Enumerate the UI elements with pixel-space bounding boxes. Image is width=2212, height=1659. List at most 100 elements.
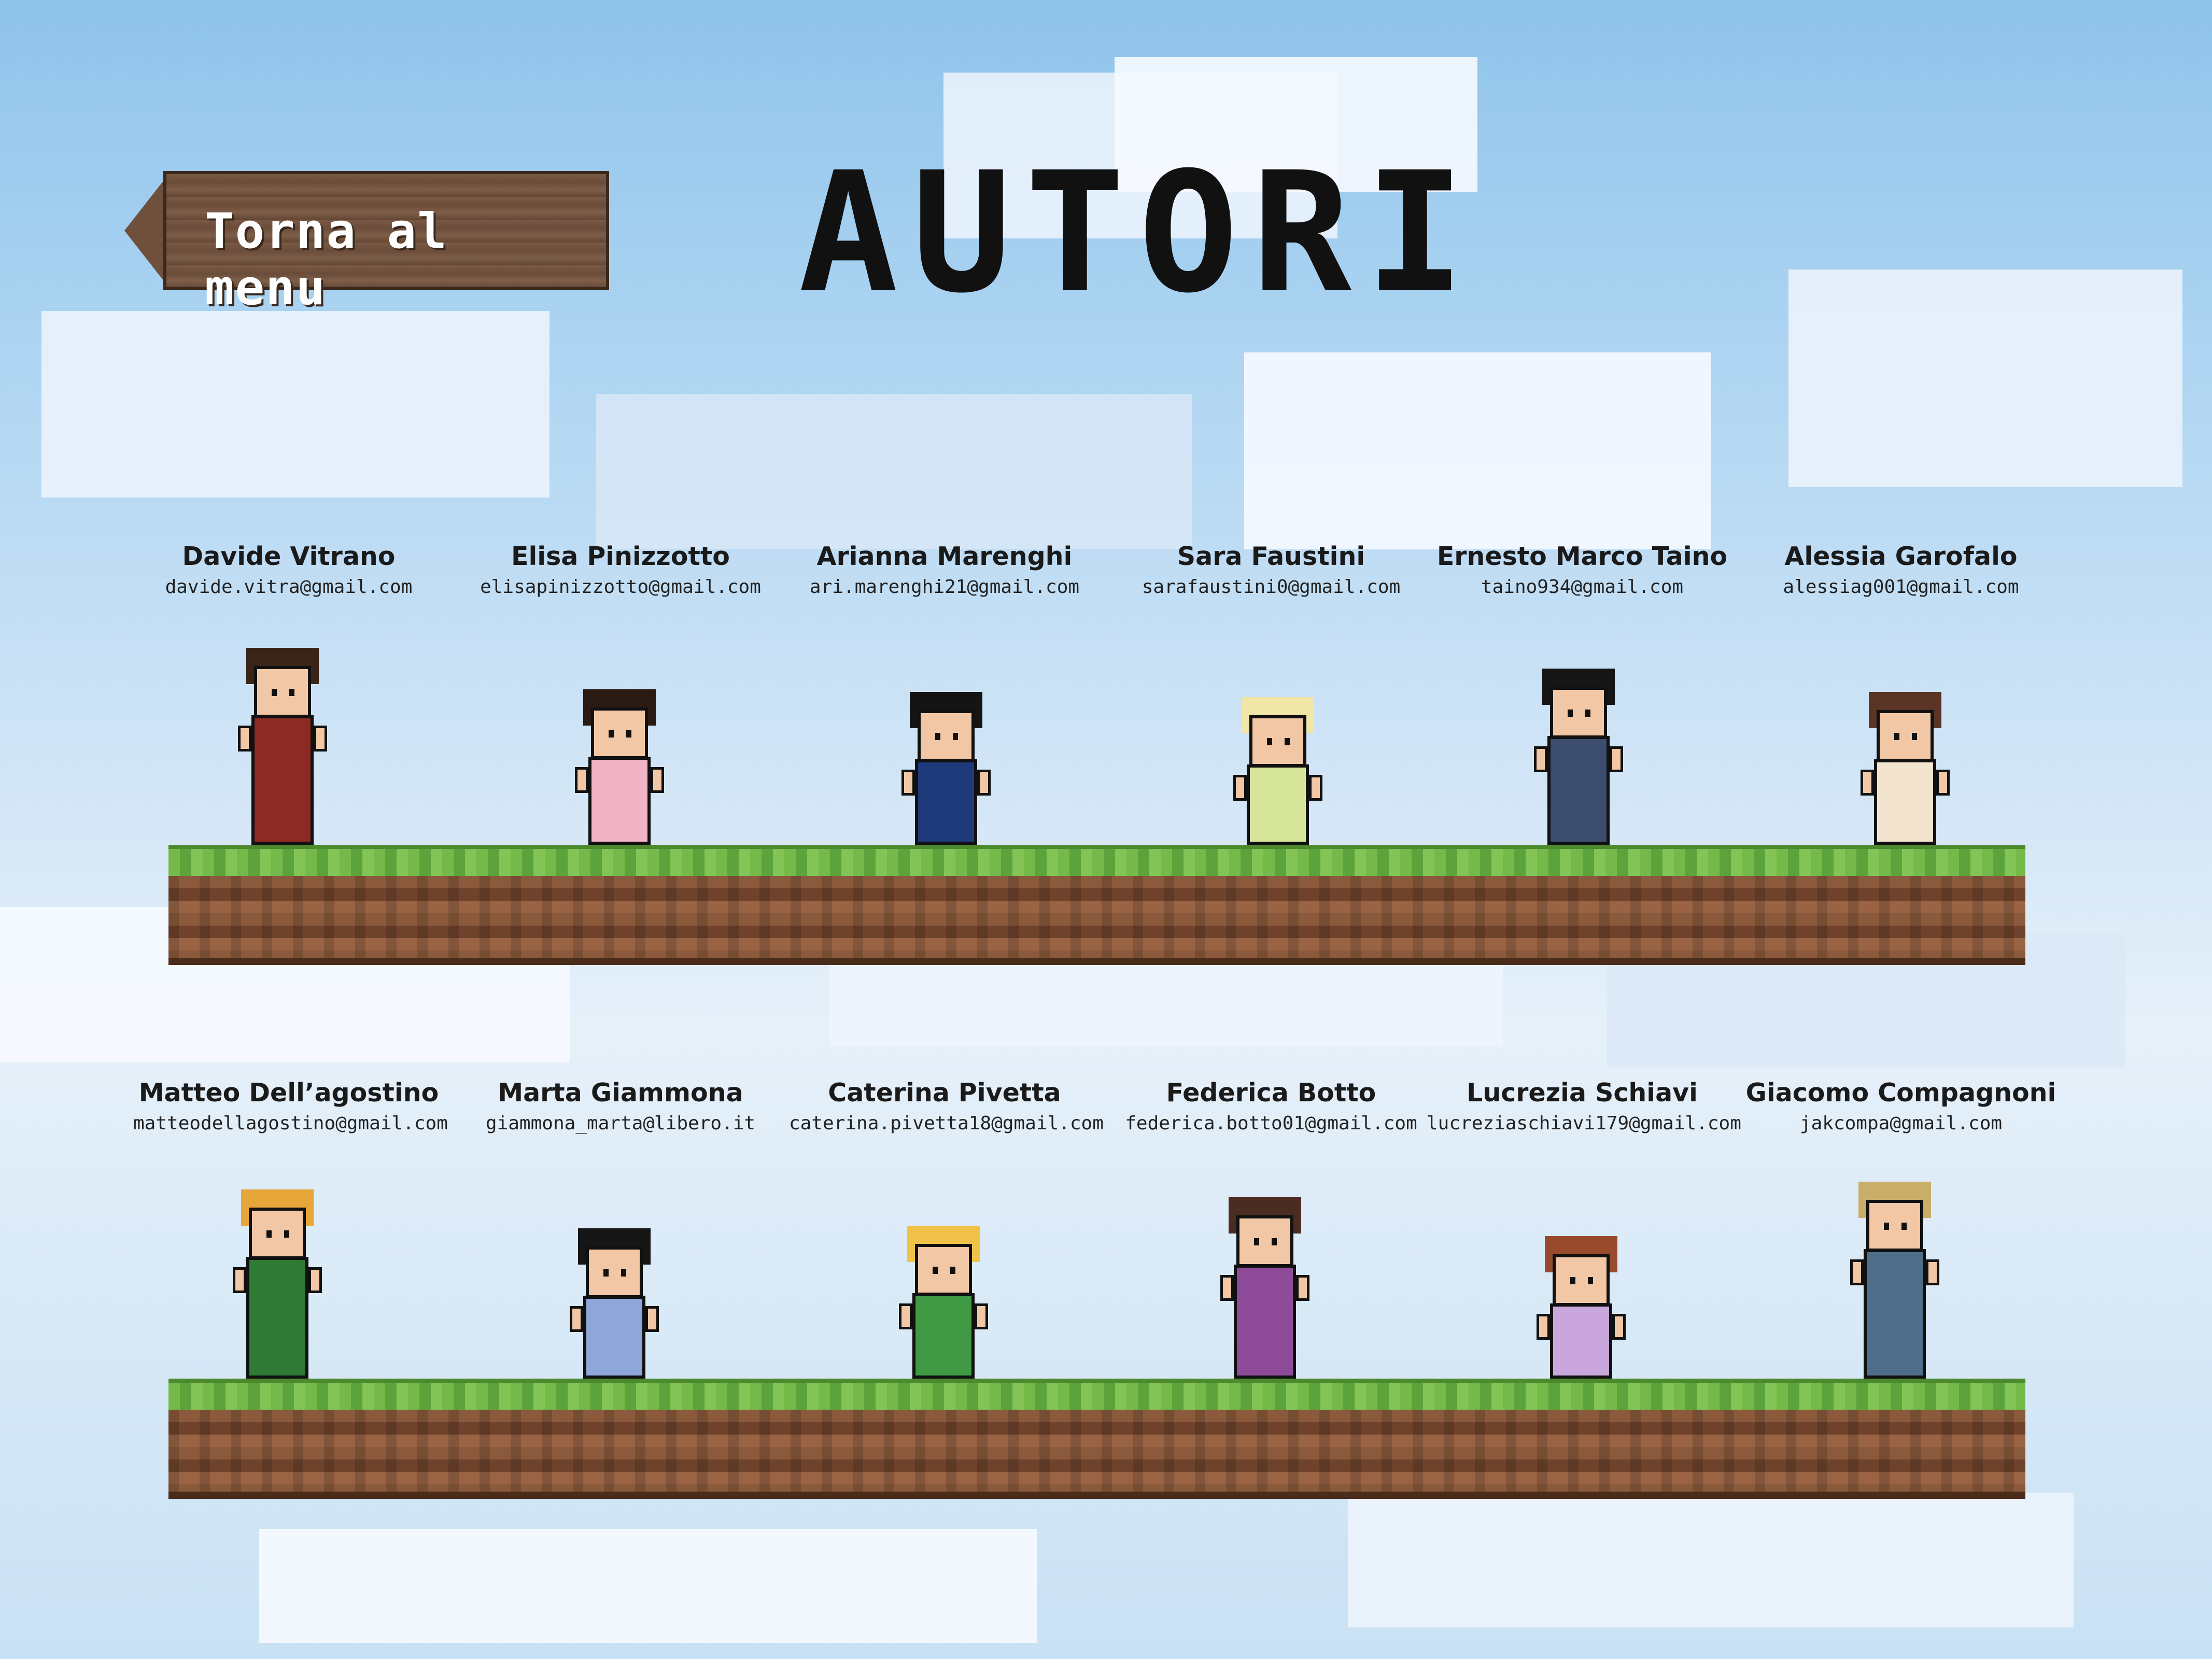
sprite-eye <box>272 689 277 696</box>
character-sprite <box>1843 1182 1947 1379</box>
sprite-eye <box>1267 738 1272 745</box>
sprite-body <box>1550 1303 1612 1379</box>
sprite-head <box>1877 710 1934 762</box>
sprite-arm <box>1612 1314 1626 1340</box>
sprite-eye <box>1570 1277 1575 1284</box>
author-card: Elisa Pinizzotto elisapinizzotto@gmail.c… <box>465 542 776 598</box>
author-name: Marta Giammona <box>498 1078 743 1108</box>
sprite-body <box>915 759 977 845</box>
sprite-arm <box>977 770 991 796</box>
dirt-block <box>168 876 2025 965</box>
author-card: Ernesto Marco Taino taino934@gmail.com <box>1427 542 1738 598</box>
author-name: Caterina Pivetta <box>828 1078 1061 1108</box>
author-name: Ernesto Marco Taino <box>1436 542 1728 571</box>
sprite-eye <box>284 1230 289 1238</box>
character-sprite <box>1527 669 1630 845</box>
author-card: Arianna Marenghi ari.marenghi21@gmail.co… <box>789 542 1100 598</box>
character-sprite <box>568 689 671 845</box>
sprite-arm <box>1861 770 1874 796</box>
sprite-arm <box>901 770 915 796</box>
sprite-body <box>1547 736 1610 845</box>
sprite-body <box>1874 759 1936 845</box>
grass-top <box>168 1379 2025 1410</box>
character-sprite <box>226 1189 329 1379</box>
sprite-arm <box>1233 775 1247 801</box>
sprite-arm <box>645 1306 659 1332</box>
author-name: Federica Botto <box>1166 1078 1376 1108</box>
back-to-menu-button[interactable]: Torna al menu <box>124 171 609 316</box>
sprite-arm <box>1296 1275 1309 1301</box>
character-sprite <box>1853 692 1957 845</box>
dirt-block <box>168 1410 2025 1499</box>
sprite-head <box>1550 687 1607 739</box>
grass-platform <box>168 1379 2025 1499</box>
sprite-body <box>588 757 651 845</box>
author-email: sarafaustini0@gmail.com <box>1142 576 1401 598</box>
sprite-eye <box>1254 1238 1259 1245</box>
sprite-body <box>912 1293 975 1379</box>
author-email: davide.vitra@gmail.com <box>165 576 413 598</box>
sprite-head <box>254 666 311 718</box>
author-email: federica.botto01@gmail.com <box>1125 1113 1417 1134</box>
sprite-arm <box>1537 1314 1550 1340</box>
author-email: caterina.pivetta18@gmail.com <box>789 1113 1104 1134</box>
author-name: Matteo Dell’agostino <box>138 1078 439 1108</box>
character-sprite <box>1226 697 1330 845</box>
author-card: Federica Botto federica.botto01@gmail.co… <box>1116 1078 1427 1134</box>
sprite-arm <box>1220 1275 1234 1301</box>
sprite-body <box>1864 1249 1926 1379</box>
sprite-head <box>918 710 975 762</box>
sprite-eye <box>266 1230 272 1238</box>
sprite-eye <box>609 730 614 738</box>
sprite-eye <box>626 730 631 738</box>
sprite-body <box>1247 764 1309 845</box>
sprite-head <box>586 1246 643 1298</box>
sprite-eye <box>1585 710 1590 717</box>
sprite-arm <box>314 726 327 751</box>
author-card: Marta Giammona giammona_marta@libero.it <box>465 1078 776 1134</box>
author-card: Lucrezia Schiavi lucreziaschiavi179@gmai… <box>1427 1078 1741 1134</box>
author-email: giammona_marta@libero.it <box>485 1113 756 1134</box>
sprite-arm <box>1309 775 1322 801</box>
sprite-head <box>1236 1215 1293 1267</box>
grass-top <box>168 845 2025 876</box>
sprite-eye <box>935 733 940 740</box>
sprite-arm <box>975 1303 988 1329</box>
author-card: Davide Vitrano davide.vitra@gmail.com <box>133 542 444 598</box>
sprite-eye <box>603 1269 609 1277</box>
sprite-arm <box>1534 746 1547 772</box>
sprite-arm <box>308 1267 322 1293</box>
author-name: Arianna Marenghi <box>816 542 1073 571</box>
sprite-head <box>1249 715 1306 767</box>
author-name: Elisa Pinizzotto <box>511 542 730 571</box>
page-title: AUTORI <box>798 137 1478 330</box>
author-email: ari.marenghi21@gmail.com <box>809 576 1080 598</box>
sprite-head <box>249 1208 306 1259</box>
author-name: Sara Faustini <box>1177 542 1365 571</box>
sprite-head <box>915 1244 972 1296</box>
sprite-eye <box>1901 1223 1907 1230</box>
sprite-arm <box>238 726 251 751</box>
author-email: lucreziaschiavi179@gmail.com <box>1427 1113 1741 1134</box>
sprite-head <box>1553 1254 1610 1306</box>
sprite-head <box>591 707 648 759</box>
author-email: matteodellagostino@gmail.com <box>133 1113 448 1134</box>
character-sprite <box>231 648 334 845</box>
character-sprite <box>1213 1197 1317 1379</box>
sprite-body <box>583 1296 645 1379</box>
sprite-arm <box>570 1306 583 1332</box>
sprite-eye <box>1285 738 1290 745</box>
author-card: Alessia Garofalo alessiag001@gmail.com <box>1745 542 2056 598</box>
author-email: elisapinizzotto@gmail.com <box>480 576 761 598</box>
sprite-body <box>1234 1265 1296 1379</box>
sprite-eye <box>953 733 958 740</box>
sprite-eye <box>1884 1223 1889 1230</box>
author-name: Giacomo Compagnoni <box>1745 1078 2056 1108</box>
character-sprite <box>894 692 998 845</box>
sprite-arm <box>233 1267 246 1293</box>
sprite-head <box>1866 1200 1923 1252</box>
author-card: Matteo Dell’agostino matteodellagostino@… <box>133 1078 448 1134</box>
author-name: Lucrezia Schiavi <box>1467 1078 1698 1108</box>
sprite-arm <box>1610 746 1623 772</box>
author-card: Caterina Pivetta caterina.pivetta18@gmai… <box>789 1078 1104 1134</box>
